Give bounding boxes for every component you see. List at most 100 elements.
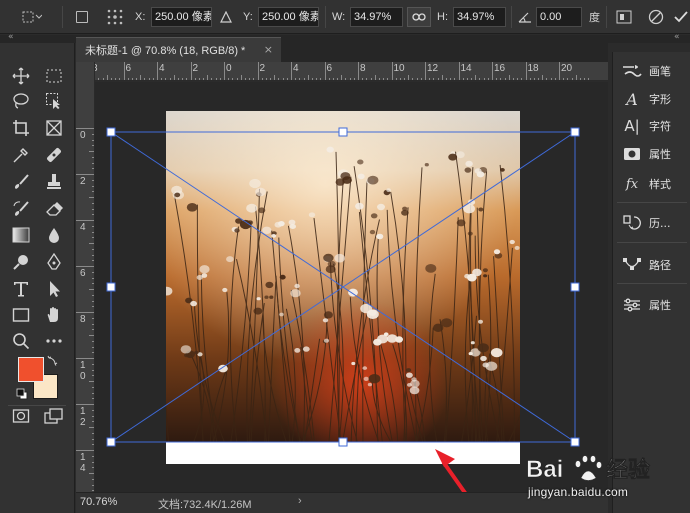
panel-item-brush-settings[interactable]: 画笔 — [613, 60, 690, 82]
clone-stamp-tool-icon[interactable] — [43, 171, 65, 193]
blur-tool-icon[interactable] — [43, 224, 65, 246]
ruler-tick-label: 0 — [226, 63, 232, 74]
healing-brush-tool-icon[interactable] — [43, 144, 65, 166]
screen-mode-icon[interactable] — [43, 405, 65, 427]
lasso-tool-icon[interactable] — [10, 90, 32, 112]
svg-text:经验: 经验 — [606, 457, 650, 483]
transform-handle — [338, 437, 348, 447]
reference-point-icon[interactable] — [18, 7, 44, 27]
swap-colors-icon[interactable] — [47, 354, 59, 366]
quick-mask-icon[interactable] — [10, 405, 32, 427]
transform-handle — [106, 282, 116, 292]
move-tool-icon[interactable] — [10, 65, 32, 87]
zoom-tool-icon[interactable] — [10, 330, 32, 352]
ruler-tick-label: 4 — [293, 63, 299, 74]
default-colors-icon[interactable] — [16, 388, 28, 400]
watermark-url: jingyan.baidu.com — [528, 485, 629, 499]
panel-item-glyphs[interactable]: A 字形 — [613, 88, 690, 110]
brush-settings-icon — [621, 62, 643, 80]
ruler-tick-label: 8 — [80, 314, 86, 325]
panel-item-properties[interactable]: 属性 — [613, 143, 690, 165]
dodge-tool-icon[interactable] — [10, 251, 32, 273]
relative-position-icon[interactable] — [218, 7, 234, 27]
panel-label-styles: 样式 — [649, 178, 671, 191]
rectangle-tool-icon[interactable] — [10, 304, 32, 326]
ruler-tick-label: 6 — [125, 63, 132, 74]
reference-checkbox[interactable] — [74, 7, 90, 27]
panel-item-character[interactable]: A| 字符 — [613, 115, 690, 137]
gradient-tool-icon[interactable] — [10, 224, 32, 246]
ruler-tick-label: 10 — [393, 63, 405, 74]
crop-tool-icon[interactable] — [10, 117, 32, 139]
panel-item-adjustments[interactable]: 属性 — [613, 294, 690, 316]
properties-icon — [621, 145, 643, 163]
baidu-jingyan-logo: Bai 经验 — [526, 455, 650, 483]
ruler-tick-label: 14 — [80, 452, 86, 474]
x-position-field[interactable]: 250.00 像素 — [151, 7, 212, 27]
path-selection-tool-icon[interactable] — [43, 278, 65, 300]
options-bar: X: 250.00 像素 Y: 250.00 像素 W: 34.97% H: 3… — [0, 0, 690, 34]
y-label: Y: — [243, 11, 253, 23]
marquee-tool-icon[interactable] — [43, 65, 65, 87]
eraser-tool-icon[interactable] — [43, 198, 65, 220]
ruler-tick-label: 12 — [80, 406, 86, 428]
history-brush-tool-icon[interactable] — [10, 198, 32, 220]
collapse-toolbar-icon[interactable]: « — [8, 32, 14, 42]
document-tab[interactable]: 未标题-1 @ 70.8% (18, RGB/8) * × — [76, 37, 281, 62]
transform-handle — [106, 127, 116, 137]
eyedropper-tool-icon[interactable] — [10, 144, 32, 166]
ruler-tick-label: 2 — [80, 176, 86, 187]
foreground-color-swatch[interactable] — [18, 357, 44, 382]
width-field[interactable]: 34.97% — [350, 7, 403, 27]
height-field[interactable]: 34.97% — [453, 7, 506, 27]
reference-grid-icon[interactable] — [104, 7, 126, 27]
ruler-tick-label: 2 — [259, 63, 266, 74]
panel-label-glyphs: 字形 — [649, 93, 671, 106]
tools-panel — [0, 43, 75, 513]
transform-box[interactable] — [95, 82, 608, 492]
panel-item-styles[interactable]: fx 样式 — [613, 173, 690, 195]
canvas-area[interactable] — [95, 82, 608, 492]
rotation-field[interactable]: 0.00 — [536, 7, 582, 27]
ruler-tick-label: 6 — [80, 268, 86, 279]
more-tools-icon[interactable] — [43, 330, 65, 352]
link-aspect-ratio-icon[interactable] — [407, 7, 431, 27]
ruler-tick-label: 16 — [494, 63, 506, 74]
baidu-jingyan-watermark: Bai 经验 jingyan.baidu.com — [520, 450, 690, 513]
pen-tool-icon[interactable] — [43, 251, 65, 273]
angle-unit-label: 度 — [589, 11, 600, 24]
panel-label-paths: 路径 — [649, 259, 671, 272]
brush-tool-icon[interactable] — [10, 171, 32, 193]
ruler-tick-label: 6 — [326, 63, 333, 74]
object-selection-tool-icon[interactable] — [43, 90, 65, 112]
ruler-tick-label: 12 — [427, 63, 439, 74]
hand-tool-icon[interactable] — [43, 304, 65, 326]
status-menu-arrow[interactable]: › — [298, 495, 302, 507]
collapse-panels-icon[interactable]: « — [674, 32, 680, 42]
ruler-tick-label: 4 — [80, 222, 86, 233]
x-label: X: — [135, 11, 146, 23]
ruler-tick-label: 10 — [80, 360, 86, 382]
svg-text:Bai: Bai — [526, 456, 563, 483]
cancel-transform-icon[interactable] — [646, 7, 666, 27]
styles-icon: fx — [625, 176, 639, 192]
warp-mode-icon[interactable] — [614, 7, 634, 27]
panel-label-history: 历... — [649, 217, 671, 230]
panel-label-adjustments: 属性 — [649, 299, 671, 312]
ruler-tick-label: 20 — [561, 63, 573, 74]
zoom-level[interactable]: 70.76% — [80, 496, 117, 508]
type-tool-icon[interactable] — [10, 278, 32, 300]
adjustments-icon — [621, 296, 643, 314]
y-position-field[interactable]: 250.00 像素 — [258, 7, 319, 27]
ruler-tick-label: 14 — [460, 63, 472, 74]
frame-tool-icon[interactable] — [43, 117, 65, 139]
rotate-angle-icon — [516, 7, 534, 27]
panel-item-paths[interactable]: 路径 — [613, 254, 690, 276]
panel-label-properties: 属性 — [649, 148, 671, 161]
document-tab-title: 未标题-1 @ 70.8% (18, RGB/8) * — [85, 45, 246, 57]
transform-handle — [570, 127, 580, 137]
close-tab-icon[interactable]: × — [264, 43, 273, 56]
panel-item-history[interactable]: 历... — [613, 212, 690, 234]
commit-transform-icon[interactable] — [672, 7, 690, 27]
transform-handle — [570, 437, 580, 447]
